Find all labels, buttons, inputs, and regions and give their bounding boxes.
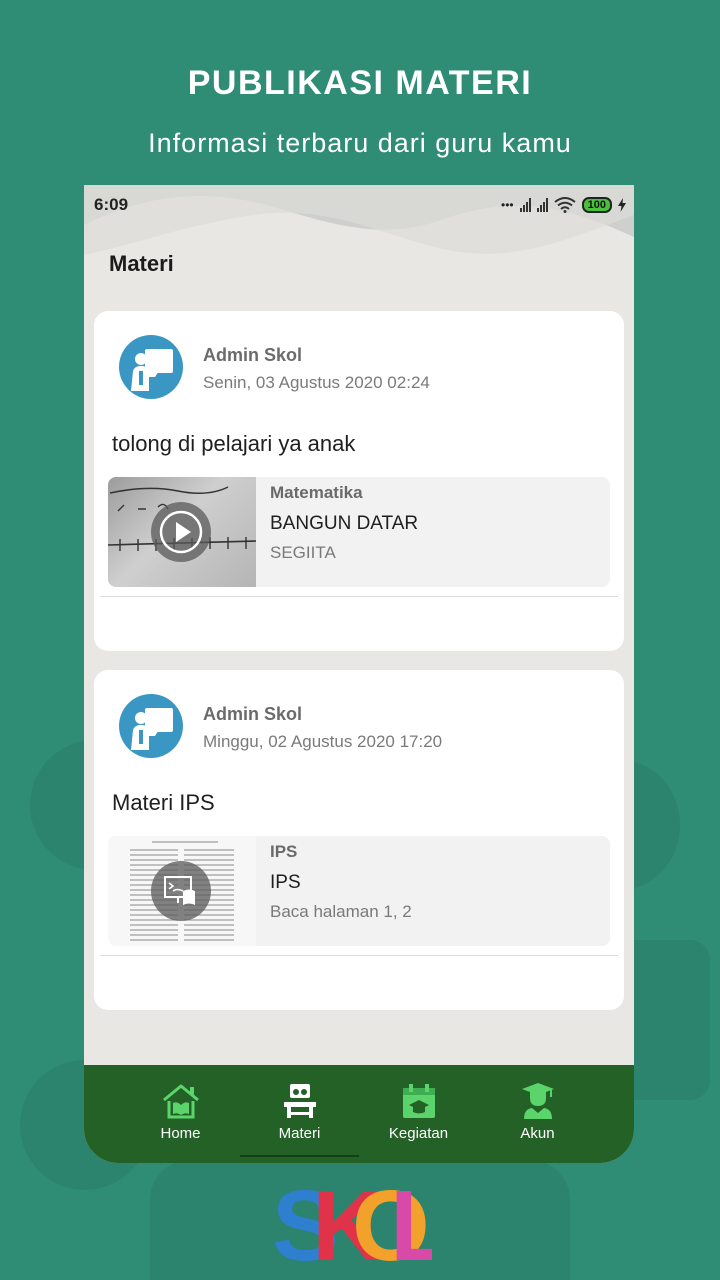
notification-dots-icon: ••• xyxy=(501,198,514,212)
home-book-icon xyxy=(162,1084,199,1119)
desk-icon xyxy=(283,1084,316,1118)
battery-icon: 100 xyxy=(581,197,612,213)
status-bar: 6:09 ••• 100 xyxy=(84,185,634,225)
graduate-icon xyxy=(521,1083,554,1119)
nav-item-akun[interactable]: Akun xyxy=(478,1065,597,1163)
nav-label: Home xyxy=(160,1125,201,1142)
calendar-cap-icon xyxy=(402,1084,435,1118)
attachment-subject: Matematika xyxy=(270,483,363,502)
avatar xyxy=(119,335,183,399)
attachment-card[interactable]: Matematika BANGUN DATAR SEGIITA xyxy=(108,477,610,587)
attachment-description: Baca halaman 1, 2 xyxy=(270,902,412,921)
nav-label: Kegiatan xyxy=(388,1125,449,1142)
active-indicator xyxy=(240,1155,359,1157)
presentation-book-icon xyxy=(164,876,195,905)
status-icons: ••• 100 xyxy=(501,197,626,213)
phone-screen: 6:09 ••• 100 Materi Admin Skol Senin, 03… xyxy=(84,185,634,1163)
attachment-title: BANGUN DATAR xyxy=(270,513,419,534)
nav-item-kegiatan[interactable]: Kegiatan xyxy=(359,1065,478,1163)
nav-label: Materi xyxy=(278,1125,321,1142)
open-document-button[interactable] xyxy=(151,861,211,921)
nav-label: Akun xyxy=(520,1125,555,1142)
avatar xyxy=(119,694,183,758)
nav-item-materi[interactable]: Materi xyxy=(240,1065,359,1163)
document-thumbnail[interactable] xyxy=(108,836,256,946)
play-button[interactable] xyxy=(151,502,211,562)
promo-subtitle: Informasi terbaru dari guru kamu xyxy=(148,128,572,158)
attachment-title: IPS xyxy=(270,872,301,893)
play-icon xyxy=(159,510,203,554)
divider xyxy=(100,596,618,597)
post-author: Admin Skol xyxy=(203,345,303,365)
video-thumbnail[interactable] xyxy=(108,477,256,587)
nav-item-home[interactable]: Home xyxy=(121,1065,240,1163)
brand-logo: S K O L xyxy=(272,1172,432,1272)
skol-logo-icon: S K O L xyxy=(272,1172,432,1272)
post-author: Admin Skol xyxy=(203,704,303,724)
attachment-card[interactable]: IPS IPS Baca halaman 1, 2 xyxy=(108,836,610,946)
post-date: Minggu, 02 Agustus 2020 17:20 xyxy=(203,732,443,751)
post-card: Admin Skol Senin, 03 Agustus 2020 02:24 … xyxy=(94,311,624,651)
teacher-icon xyxy=(131,349,173,391)
promo-title: PUBLIKASI MATERI xyxy=(187,64,533,102)
wifi-icon xyxy=(554,197,576,213)
charging-icon xyxy=(618,198,626,212)
post-message: tolong di pelajari ya anak xyxy=(112,431,356,456)
attachment-description: SEGIITA xyxy=(270,543,336,562)
signal-icon xyxy=(536,198,548,212)
svg-text:L: L xyxy=(390,1172,432,1272)
teacher-icon xyxy=(131,708,173,750)
bottom-navigation: Home Materi Kegiatan Akun xyxy=(84,1065,634,1163)
post-date: Senin, 03 Agustus 2020 02:24 xyxy=(203,373,430,392)
signal-icon xyxy=(519,198,531,212)
status-time: 6:09 xyxy=(94,195,129,214)
post-message: Materi IPS xyxy=(112,790,215,815)
attachment-subject: IPS xyxy=(270,842,298,861)
post-card: Admin Skol Minggu, 02 Agustus 2020 17:20… xyxy=(94,670,624,1010)
page-title: Materi xyxy=(109,251,174,276)
divider xyxy=(100,955,618,956)
